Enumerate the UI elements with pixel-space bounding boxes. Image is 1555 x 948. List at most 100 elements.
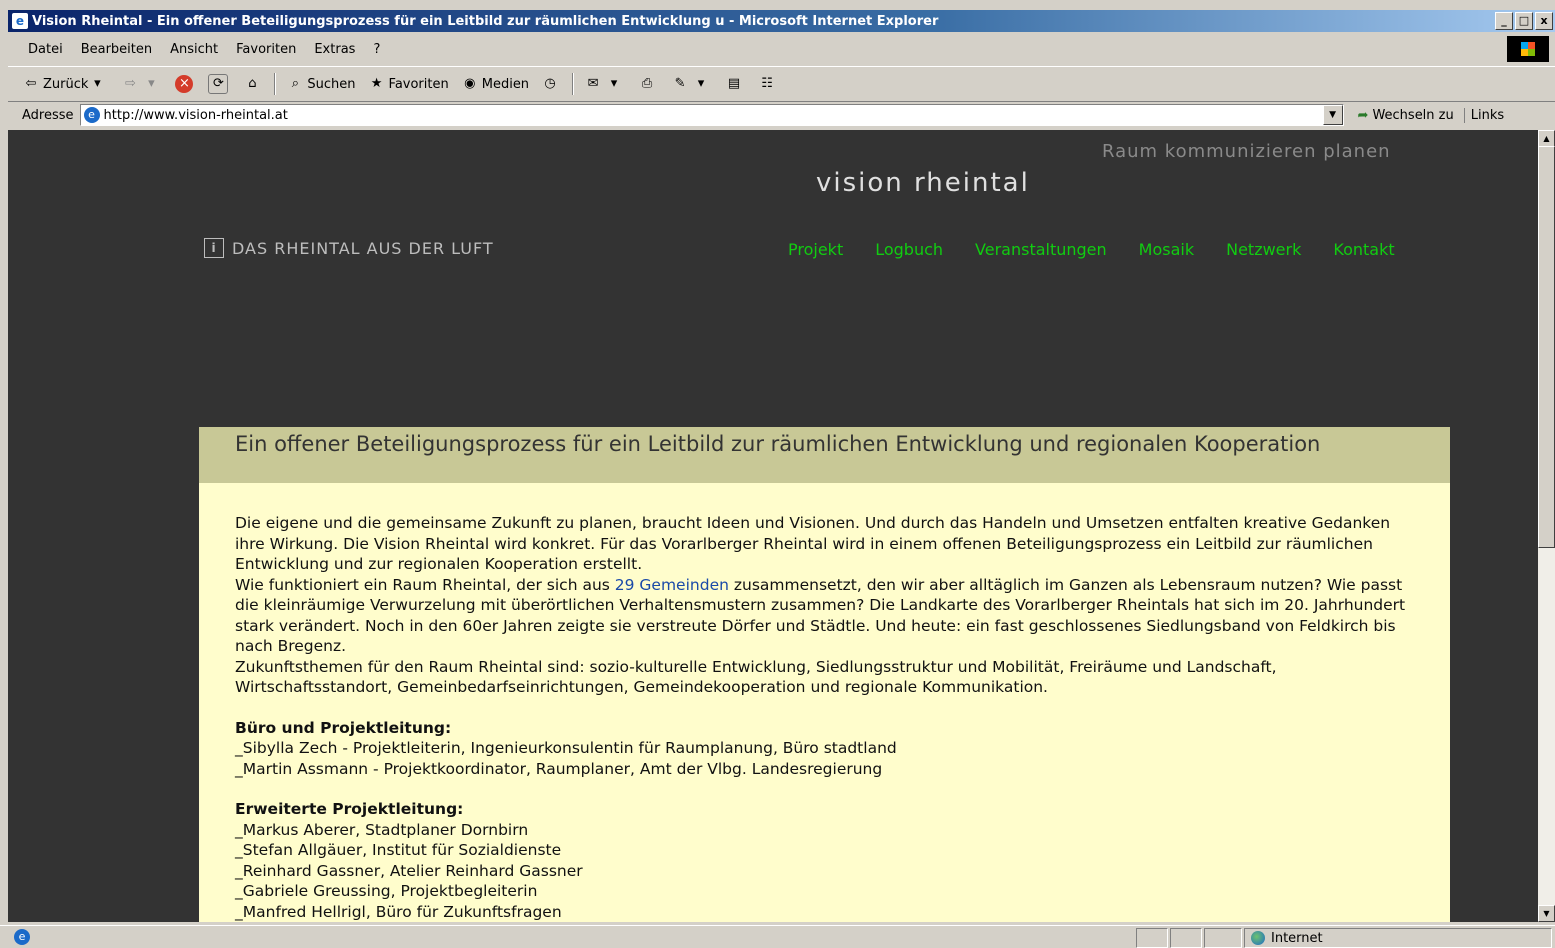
nav-veranstaltungen[interactable]: Veranstaltungen	[975, 240, 1107, 259]
list-item: _Martin Assmann - Projektkoordinator, Ra…	[235, 759, 883, 778]
refresh-button[interactable]: ⟳	[202, 74, 237, 94]
themes-paragraph: Zukunftsthemen für den Raum Rheintal sin…	[235, 657, 1277, 697]
go-label: Wechseln zu	[1372, 107, 1454, 123]
menu-help[interactable]: ?	[364, 42, 389, 57]
favorites-label: Favoriten	[388, 76, 449, 92]
aerial-view-link[interactable]: i DAS RHEINTAL AUS DER LUFT	[204, 238, 494, 258]
menu-bar: Datei Bearbeiten Ansicht Favoriten Extra…	[8, 36, 1555, 62]
close-button[interactable]: x	[1535, 12, 1553, 30]
section-title-extended: Erweiterte Projektleitung:	[235, 800, 464, 818]
document-icon: ▤	[727, 76, 741, 91]
edit-button[interactable]: ✎ ▾	[665, 75, 719, 93]
edit-icon: ✎	[674, 76, 686, 91]
refresh-icon: ⟳	[208, 74, 229, 94]
favorites-icon: ★	[370, 76, 383, 91]
site-logo[interactable]: vision rheintal	[816, 168, 1030, 198]
scroll-down-icon[interactable]: ▼	[1538, 905, 1555, 922]
page-status-icon: e	[14, 929, 30, 945]
list-item: _Reinhard Gassner, Atelier Reinhard Gass…	[235, 861, 583, 880]
status-cell	[1136, 928, 1168, 948]
zone-label: Internet	[1271, 930, 1323, 946]
media-label: Medien	[481, 76, 530, 92]
stop-button[interactable]: ×	[169, 75, 202, 93]
stop-icon: ×	[175, 75, 194, 93]
messenger-icon: ☷	[761, 76, 773, 91]
status-cell	[1170, 928, 1202, 948]
menu-ansicht[interactable]: Ansicht	[161, 42, 227, 57]
media-icon: ◉	[464, 76, 476, 91]
back-button[interactable]: ⇦ Zurück ▾	[8, 75, 115, 93]
search-icon: ⌕	[291, 76, 300, 91]
list-item: _Markus Aberer, Stadtplaner Dornbirn	[235, 820, 529, 839]
list-item: _Gabriele Greussing, Projektbegleiterin	[235, 882, 538, 900]
print-button[interactable]: ⎙	[632, 75, 665, 93]
links-button[interactable]: Links	[1463, 107, 1504, 123]
section-title-office: Büro und Projektleitung:	[235, 718, 452, 737]
go-button[interactable]: ➦ Wechseln zu	[1352, 108, 1460, 123]
question-text-pre: Wie funktioniert ein Raum Rheintal, der …	[235, 575, 615, 594]
address-dropdown-icon[interactable]: ▼	[1322, 105, 1343, 125]
address-bar: Adresse e ▼ ➦ Wechseln zu Links	[8, 102, 1555, 128]
scroll-thumb[interactable]	[1538, 146, 1555, 548]
menu-favoriten[interactable]: Favoriten	[227, 42, 305, 57]
toolbar-separator	[274, 73, 277, 95]
address-input[interactable]	[103, 107, 1304, 123]
minimize-button[interactable]: _	[1495, 12, 1513, 30]
edit-dropdown-icon[interactable]: ▾	[692, 75, 710, 93]
content-body: Die eigene und die gemeinsame Zukunft zu…	[199, 483, 1450, 922]
go-arrow-icon: ➦	[1357, 107, 1369, 123]
forward-button[interactable]: ⇨ ▾	[115, 75, 169, 93]
search-button[interactable]: ⌕ Suchen	[280, 75, 361, 93]
address-box[interactable]: e ▼	[79, 104, 1344, 126]
aerial-view-label: DAS RHEINTAL AUS DER LUFT	[232, 238, 494, 258]
toolbar-separator	[572, 73, 575, 95]
scroll-up-icon[interactable]: ▲	[1538, 130, 1555, 147]
security-zone: Internet	[1244, 928, 1552, 948]
globe-icon	[1251, 931, 1265, 945]
mail-button[interactable]: ✉ ▾	[578, 75, 632, 93]
municipalities-link[interactable]: 29 Gemeinden	[615, 576, 729, 594]
list-item: _Manfred Hellrigl, Büro für Zukunftsfrag…	[235, 902, 562, 921]
home-button[interactable]: ⌂	[237, 75, 270, 93]
menu-datei[interactable]: Datei	[8, 42, 72, 57]
info-icon: i	[204, 238, 224, 258]
printer-icon: ⎙	[641, 76, 653, 91]
page-heading: Ein offener Beteiligungsprozess für ein …	[199, 427, 1450, 483]
forward-arrow-icon: ⇨	[124, 76, 136, 91]
media-button[interactable]: ◉ Medien	[455, 75, 535, 93]
site-tagline: Raum kommunizieren planen	[1102, 141, 1391, 162]
nav-logbuch[interactable]: Logbuch	[875, 240, 943, 259]
list-item: _Stefan Allgäuer, Institut für Sozialdie…	[235, 841, 562, 859]
window-title: Vision Rheintal - Ein offener Beteiligun…	[32, 13, 939, 29]
discuss-button[interactable]: ▤	[719, 75, 752, 93]
back-label: Zurück	[43, 76, 89, 92]
history-button[interactable]: ◷	[535, 75, 568, 93]
back-arrow-icon: ⇦	[25, 76, 37, 91]
page-icon: e	[83, 107, 100, 123]
maximize-button[interactable]: □	[1515, 12, 1533, 30]
mail-dropdown-icon[interactable]: ▾	[605, 75, 623, 93]
messenger-button[interactable]: ☷	[752, 75, 785, 93]
window-titlebar: e Vision Rheintal - Ein offener Beteilig…	[8, 10, 1555, 32]
nav-mosaik[interactable]: Mosaik	[1139, 240, 1194, 259]
ie-icon: e	[12, 13, 28, 29]
home-icon: ⌂	[248, 76, 257, 91]
search-label: Suchen	[307, 76, 356, 92]
browser-viewport: Raum kommunizieren planen vision rheinta…	[8, 130, 1538, 922]
menu-bearbeiten[interactable]: Bearbeiten	[72, 42, 161, 57]
nav-kontakt[interactable]: Kontakt	[1333, 240, 1394, 259]
mail-icon: ✉	[587, 76, 599, 91]
windows-logo-icon	[1507, 36, 1549, 62]
address-label: Adresse	[22, 107, 74, 123]
back-dropdown-icon[interactable]: ▾	[88, 75, 106, 93]
menu-extras[interactable]: Extras	[305, 42, 364, 57]
nav-projekt[interactable]: Projekt	[788, 240, 843, 259]
favorites-button[interactable]: ★ Favoriten	[362, 75, 455, 93]
standard-toolbar: ⇦ Zurück ▾ ⇨ ▾ × ⟳ ⌂ ⌕ Suchen ★ Favorite…	[8, 66, 1555, 102]
nav-netzwerk[interactable]: Netzwerk	[1226, 240, 1301, 259]
status-bar: e Internet	[0, 925, 1555, 948]
question-paragraph: Wie funktioniert ein Raum Rheintal, der …	[235, 575, 1414, 657]
history-icon: ◷	[544, 76, 556, 91]
vertical-scrollbar[interactable]: ▲ ▼	[1538, 130, 1555, 922]
forward-dropdown-icon[interactable]: ▾	[142, 75, 160, 93]
